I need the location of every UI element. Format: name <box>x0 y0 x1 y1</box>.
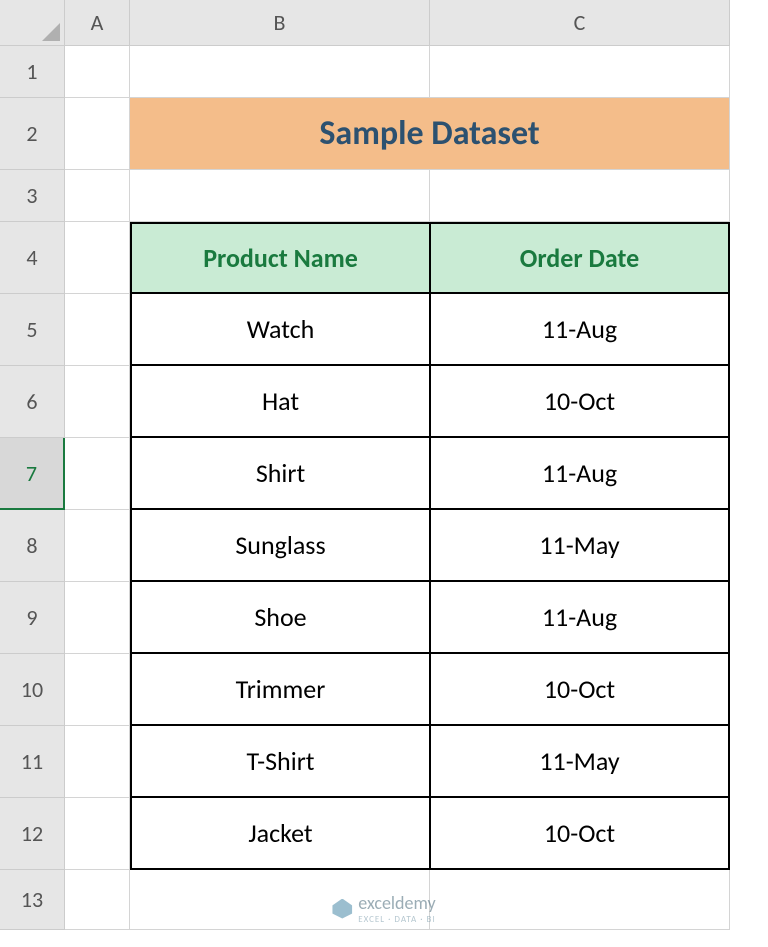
cell-date[interactable]: 11-Aug <box>430 582 730 654</box>
cell-A5[interactable] <box>65 294 130 366</box>
col-header-A[interactable]: A <box>65 0 130 46</box>
dataset-title[interactable]: Sample Dataset <box>130 98 730 170</box>
watermark-logo-icon <box>332 899 352 919</box>
row-header-1[interactable]: 1 <box>0 46 65 98</box>
cell-date[interactable]: 10-Oct <box>430 366 730 438</box>
cell-date[interactable]: 10-Oct <box>430 798 730 870</box>
cell-product[interactable]: Shirt <box>130 438 430 510</box>
cell-A13[interactable] <box>65 870 130 930</box>
cell-date[interactable]: 10-Oct <box>430 654 730 726</box>
row-header-6[interactable]: 6 <box>0 366 65 438</box>
cell-date[interactable]: 11-Aug <box>430 294 730 366</box>
row-header-3[interactable]: 3 <box>0 170 65 222</box>
cell-A12[interactable] <box>65 798 130 870</box>
cell-product[interactable]: Watch <box>130 294 430 366</box>
cell-A3[interactable] <box>65 170 130 222</box>
cell-product[interactable]: Shoe <box>130 582 430 654</box>
row-header-4[interactable]: 4 <box>0 222 65 294</box>
cell-product[interactable]: Sunglass <box>130 510 430 582</box>
spreadsheet-grid: A B C 1 2 3 4 5 6 7 8 9 10 11 12 13 Samp… <box>0 0 768 930</box>
col-header-B[interactable]: B <box>130 0 430 46</box>
cell-date[interactable]: 11-Aug <box>430 438 730 510</box>
select-all-corner[interactable] <box>0 0 65 46</box>
cell-A1[interactable] <box>65 46 130 98</box>
row-header-12[interactable]: 12 <box>0 798 65 870</box>
cell-date[interactable]: 11-May <box>430 510 730 582</box>
cell-A11[interactable] <box>65 726 130 798</box>
row-header-10[interactable]: 10 <box>0 654 65 726</box>
cell-product[interactable]: T-Shirt <box>130 726 430 798</box>
cell-A8[interactable] <box>65 510 130 582</box>
cell-A10[interactable] <box>65 654 130 726</box>
row-header-11[interactable]: 11 <box>0 726 65 798</box>
row-header-7[interactable]: 7 <box>0 438 65 510</box>
watermark-text: exceldemy EXCEL · DATA · BI <box>358 892 435 925</box>
cell-C3[interactable] <box>430 170 730 222</box>
watermark-tagline: EXCEL · DATA · BI <box>358 914 435 925</box>
watermark: exceldemy EXCEL · DATA · BI <box>332 892 435 925</box>
table-header-date[interactable]: Order Date <box>430 222 730 294</box>
row-header-2[interactable]: 2 <box>0 98 65 170</box>
col-header-C[interactable]: C <box>430 0 730 46</box>
cell-date[interactable]: 11-May <box>430 726 730 798</box>
cell-product[interactable]: Hat <box>130 366 430 438</box>
row-header-9[interactable]: 9 <box>0 582 65 654</box>
cell-A4[interactable] <box>65 222 130 294</box>
row-header-13[interactable]: 13 <box>0 870 65 930</box>
watermark-brand: exceldemy <box>358 892 435 914</box>
row-header-5[interactable]: 5 <box>0 294 65 366</box>
cell-B3[interactable] <box>130 170 430 222</box>
cell-A7[interactable] <box>65 438 130 510</box>
cell-B1[interactable] <box>130 46 430 98</box>
cell-A9[interactable] <box>65 582 130 654</box>
cell-product[interactable]: Jacket <box>130 798 430 870</box>
cell-C13[interactable] <box>430 870 730 930</box>
cell-product[interactable]: Trimmer <box>130 654 430 726</box>
cell-C1[interactable] <box>430 46 730 98</box>
row-header-8[interactable]: 8 <box>0 510 65 582</box>
table-header-product[interactable]: Product Name <box>130 222 430 294</box>
cell-A2[interactable] <box>65 98 130 170</box>
cell-A6[interactable] <box>65 366 130 438</box>
